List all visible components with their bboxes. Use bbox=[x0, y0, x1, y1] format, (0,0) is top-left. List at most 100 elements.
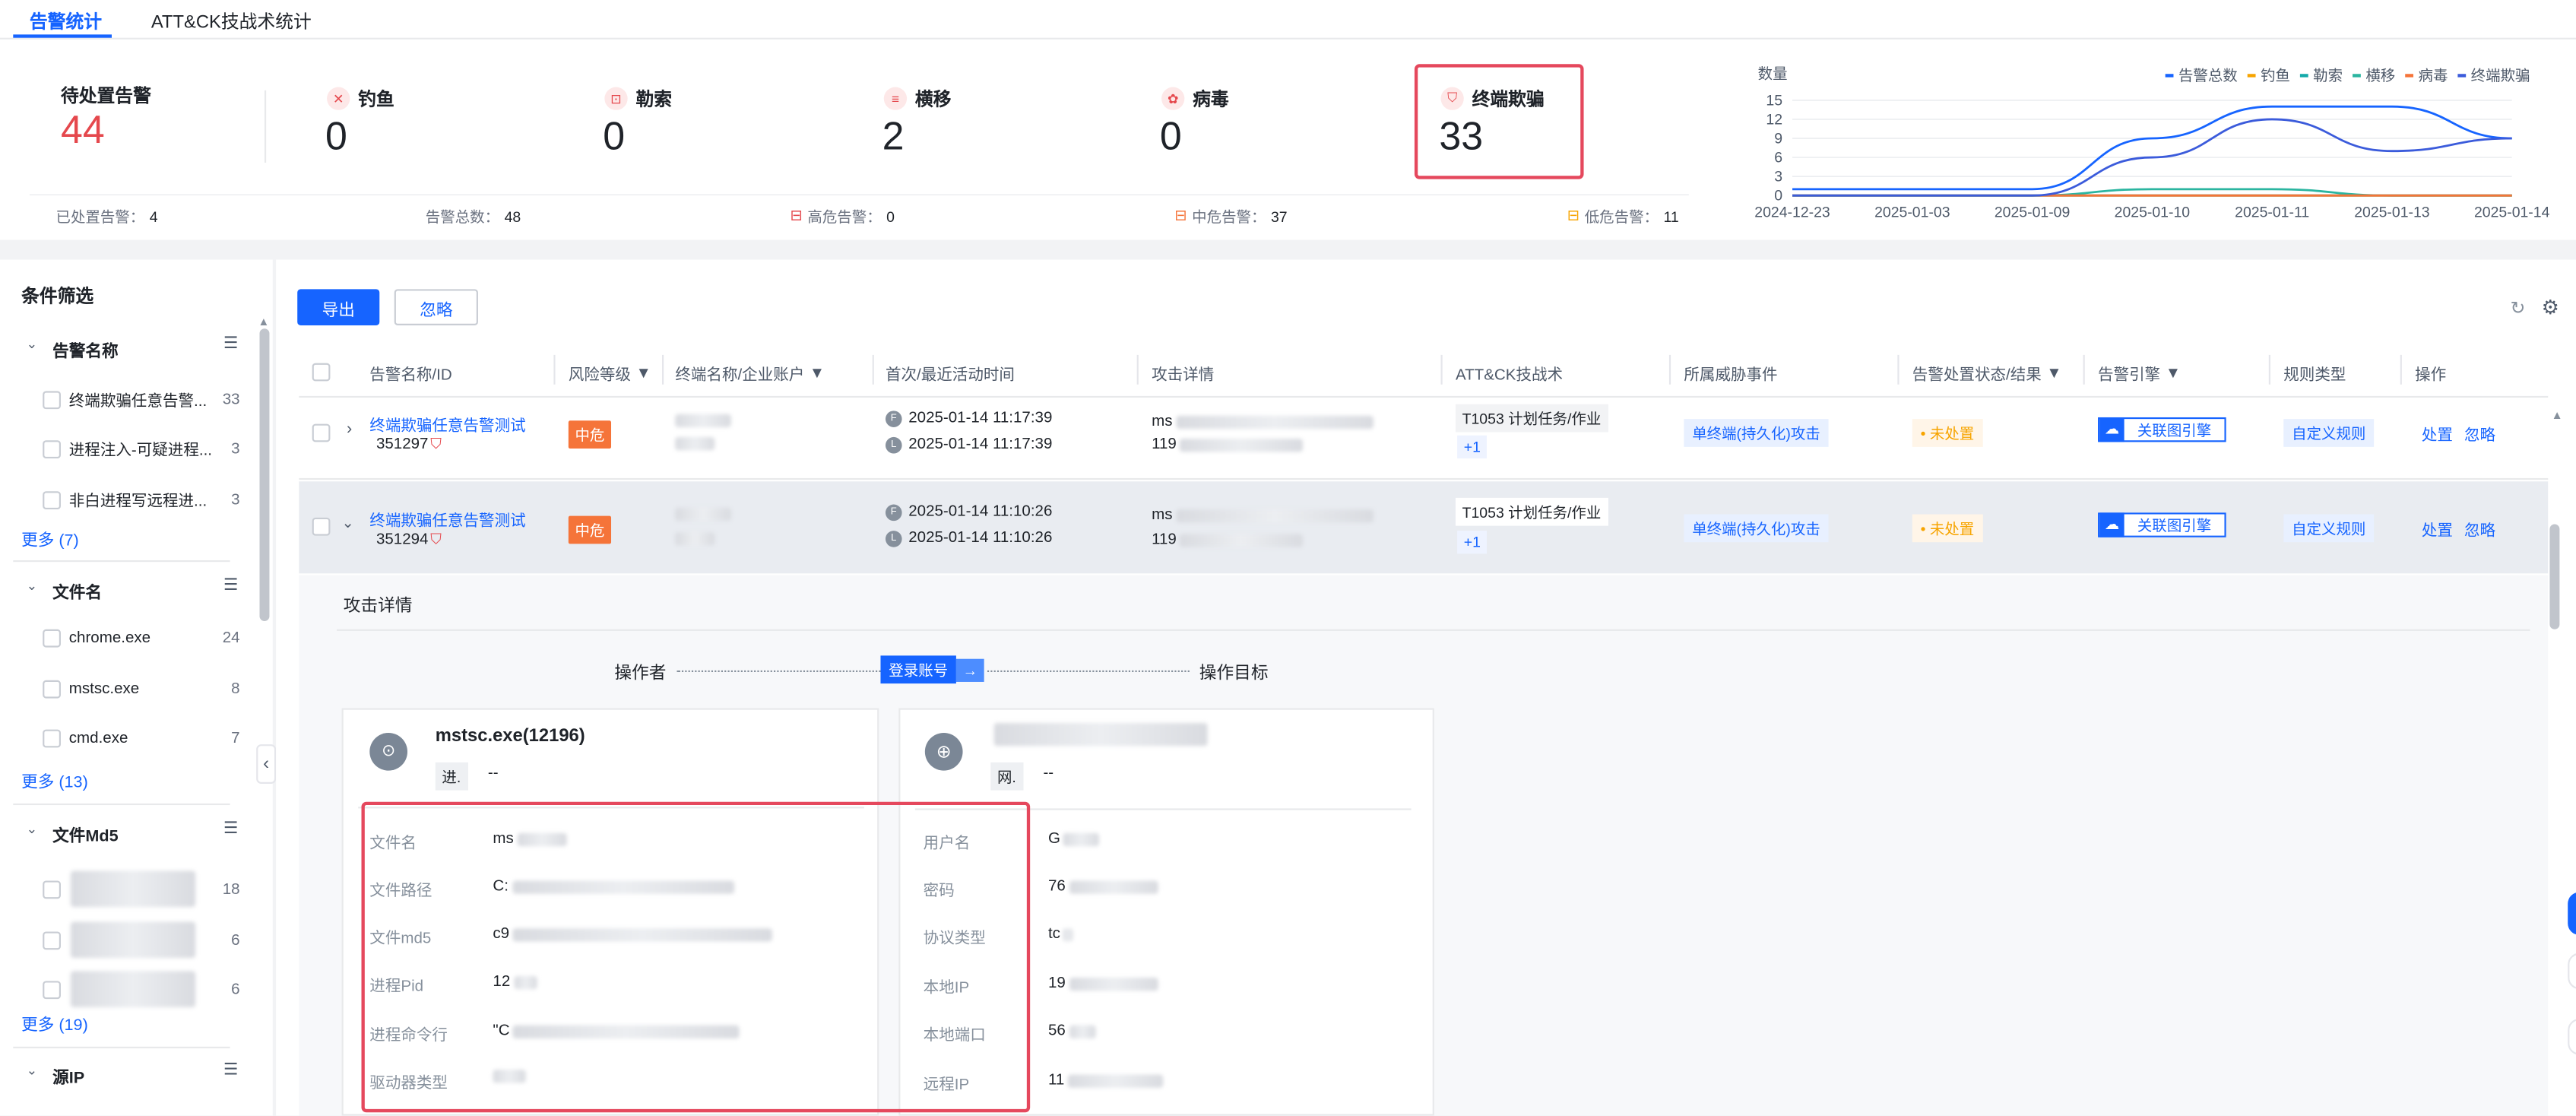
gear-icon[interactable]: ⚙ bbox=[2542, 296, 2559, 319]
sidebar-scrollbar[interactable] bbox=[259, 328, 270, 621]
stat-virus-title[interactable]: ✿ 病毒 bbox=[1161, 85, 1229, 112]
high-risk-icon: ⊟ bbox=[790, 207, 803, 224]
legend-label: 钓鱼 bbox=[2261, 68, 2290, 84]
col-separator bbox=[662, 354, 664, 385]
chevron-down-icon[interactable]: ⌄ bbox=[27, 1063, 37, 1077]
filter-checkbox[interactable] bbox=[43, 880, 61, 899]
chevron-down-icon[interactable]: ⌄ bbox=[27, 337, 37, 351]
ignore-button[interactable]: 忽略 bbox=[394, 289, 478, 325]
shield-icon: ⛉ bbox=[430, 435, 442, 452]
col-separator bbox=[2400, 354, 2402, 385]
risk-badge: 中危 bbox=[568, 515, 612, 544]
ignore-link[interactable]: 忽略 bbox=[2464, 422, 2495, 445]
filter-checkbox[interactable] bbox=[43, 980, 61, 999]
floating-help-button[interactable] bbox=[2568, 892, 2576, 935]
filter-item[interactable]: chrome.exe 24 bbox=[43, 629, 240, 648]
col-ops-label: 操作 bbox=[2415, 366, 2447, 385]
status-dot-icon: • bbox=[1920, 425, 1930, 442]
filter-checkbox[interactable] bbox=[43, 931, 61, 950]
filter-item[interactable]: 非白进程写远程进... 3 bbox=[43, 488, 240, 511]
filter-icon[interactable]: ▼ bbox=[2166, 364, 2181, 382]
ignore-link[interactable]: 忽略 bbox=[2464, 518, 2495, 541]
first-icon: F bbox=[885, 410, 902, 426]
sort-icon[interactable]: ☰ bbox=[223, 577, 238, 595]
medium-risk-icon: ⊟ bbox=[1174, 207, 1187, 224]
sub-handled-label: 已处置告警： bbox=[55, 208, 145, 226]
filter-item[interactable]: 6 bbox=[43, 921, 240, 959]
filter-icon[interactable]: ▼ bbox=[810, 364, 825, 382]
filter-item-count: 6 bbox=[231, 980, 240, 999]
sidebar-scroll-up-icon[interactable]: ▲ bbox=[258, 317, 269, 328]
filter-checkbox[interactable] bbox=[43, 729, 61, 748]
filter-item[interactable]: mstsc.exe 8 bbox=[43, 680, 240, 699]
attck-tag: T1053 计划任务/作业 bbox=[1455, 497, 1608, 526]
stat-phishing-title[interactable]: ✕ 钓鱼 bbox=[327, 85, 394, 112]
field-value-text: 19 bbox=[1047, 974, 1066, 993]
filter-checkbox[interactable] bbox=[43, 439, 61, 458]
engine-label: 关联图引擎 bbox=[2137, 422, 2212, 439]
engine-tag[interactable]: ☁ 关联图引擎 bbox=[2098, 512, 2226, 537]
col-separator bbox=[2083, 354, 2085, 385]
floating-tool-button[interactable] bbox=[2568, 953, 2576, 990]
alert-name-link[interactable]: 终端欺骗任意告警测试 bbox=[369, 412, 525, 436]
chevron-down-icon[interactable]: ⌄ bbox=[27, 822, 37, 836]
handle-link[interactable]: 处置 bbox=[2422, 518, 2453, 541]
filter-checkbox[interactable] bbox=[43, 390, 61, 409]
filter-item[interactable]: 18 bbox=[43, 870, 240, 908]
filter-item[interactable]: cmd.exe 7 bbox=[43, 729, 240, 748]
more-link[interactable]: 更多 (13) bbox=[21, 767, 88, 792]
filter-item[interactable]: 进程注入-可疑进程... 3 bbox=[43, 437, 240, 460]
sub-high-value: 0 bbox=[886, 208, 895, 225]
group-md5-title[interactable]: 文件Md5 bbox=[52, 822, 118, 846]
group-filename-title[interactable]: 文件名 bbox=[52, 579, 102, 603]
expand-icon[interactable]: › bbox=[347, 420, 352, 439]
group-alert-name-title[interactable]: 告警名称 bbox=[52, 337, 118, 362]
filter-icon[interactable]: ▼ bbox=[2046, 364, 2061, 382]
filter-icon[interactable]: ▼ bbox=[635, 364, 651, 382]
login-account-link[interactable]: 登录账号 → bbox=[880, 655, 984, 684]
threat-event-tag[interactable]: 单终端(持久化)攻击 bbox=[1684, 419, 1829, 447]
attck-more-tag[interactable]: +1 bbox=[1457, 435, 1488, 459]
target-type-value: -- bbox=[1043, 764, 1054, 782]
filter-checkbox[interactable] bbox=[43, 490, 61, 509]
stat-lateral-title[interactable]: ≡ 横移 bbox=[883, 85, 951, 112]
alert-name-link[interactable]: 终端欺骗任意告警测试 bbox=[369, 508, 525, 531]
filter-checkbox[interactable] bbox=[43, 680, 61, 699]
floating-tool-button[interactable] bbox=[2568, 1019, 2576, 1055]
engine-tag[interactable]: ☁ 关联图引擎 bbox=[2098, 417, 2226, 442]
sub-high: ⊟ 高危告警： 0 bbox=[791, 205, 895, 227]
export-button[interactable]: 导出 bbox=[297, 289, 380, 325]
row-checkbox[interactable] bbox=[312, 423, 331, 442]
chevron-down-icon[interactable]: ⌄ bbox=[27, 579, 37, 593]
stat-phishing-value: 0 bbox=[325, 115, 347, 160]
sort-icon[interactable]: ☰ bbox=[223, 820, 238, 839]
attck-more-tag[interactable]: +1 bbox=[1457, 531, 1488, 554]
rule-type-tag: 自定义规则 bbox=[2283, 514, 2375, 543]
sort-icon[interactable]: ☰ bbox=[223, 335, 238, 354]
tab-attck-stats[interactable]: ATT&CK技战术统计 bbox=[151, 8, 312, 35]
sidebar-collapse-button[interactable]: ‹ bbox=[256, 744, 277, 784]
alert-trend-chart: 数量 告警总数 钓鱼 勒索 横移 病毒 终端欺骗 15129630 2024-12-23 2… bbox=[1754, 66, 2549, 221]
attack-detail-line2: 119 bbox=[1152, 531, 1304, 549]
filter-item[interactable]: 终端欺骗任意告警... 33 bbox=[43, 388, 240, 411]
filter-checkbox[interactable] bbox=[43, 629, 61, 648]
sort-icon[interactable]: ☰ bbox=[223, 1061, 238, 1080]
stat-ransomware-title[interactable]: ⊡ 勒索 bbox=[604, 85, 672, 112]
redacted-account bbox=[675, 436, 715, 451]
row-checkbox[interactable] bbox=[312, 517, 331, 536]
more-link[interactable]: 更多 (19) bbox=[21, 1010, 88, 1035]
field-value-text: 11 bbox=[1047, 1071, 1065, 1089]
handle-link[interactable]: 处置 bbox=[2422, 422, 2453, 445]
table-scroll-up-icon[interactable]: ▲ bbox=[2552, 411, 2563, 422]
select-all-checkbox[interactable] bbox=[312, 363, 331, 382]
first-time: F 2025-01-14 11:10:26 bbox=[885, 503, 1052, 521]
more-link[interactable]: 更多 (7) bbox=[21, 526, 79, 550]
refresh-icon[interactable]: ↻ bbox=[2511, 297, 2526, 319]
table-scrollbar[interactable] bbox=[2549, 524, 2560, 629]
sub-high-label: 高危告警： bbox=[807, 208, 882, 226]
group-source-ip-title[interactable]: 源IP bbox=[52, 1063, 84, 1088]
tab-alert-stats[interactable]: 告警统计 bbox=[30, 8, 102, 35]
threat-event-tag[interactable]: 单终端(持久化)攻击 bbox=[1684, 514, 1829, 543]
collapse-icon[interactable]: ⌄ bbox=[342, 515, 354, 533]
filter-item[interactable]: 6 bbox=[43, 971, 240, 1007]
